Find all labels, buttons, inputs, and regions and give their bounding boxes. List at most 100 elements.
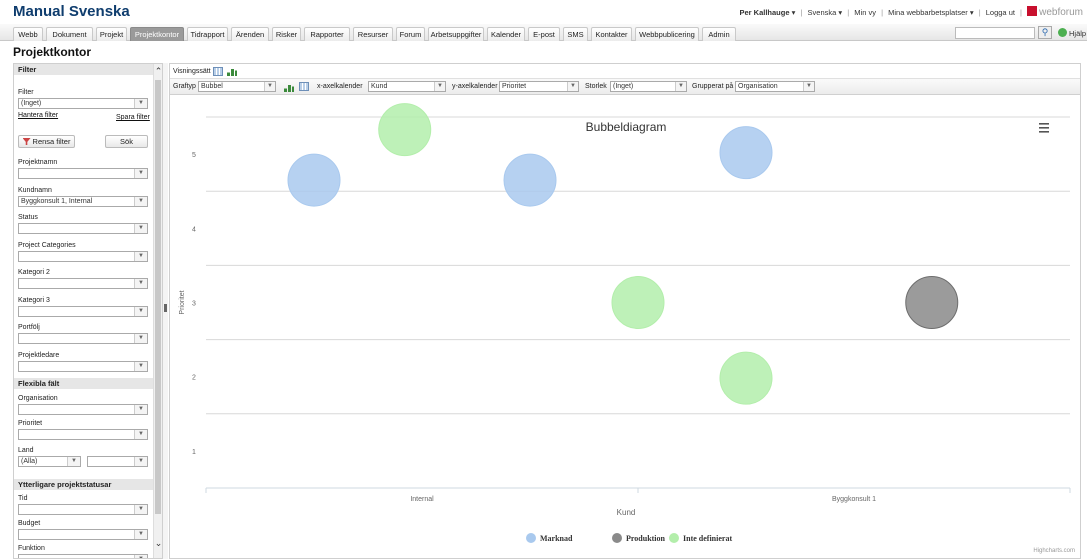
scrollbar-thumb[interactable] [155, 80, 161, 514]
size-select[interactable]: (Inget) ▼ [610, 81, 687, 92]
language-menu[interactable]: Svenska [808, 8, 837, 17]
field-select[interactable]: ▼ [18, 278, 148, 289]
field-select[interactable]: ▼ [18, 223, 148, 234]
scroll-up-icon[interactable]: ⌃ [154, 66, 162, 77]
field-select[interactable]: ▼ [18, 250, 148, 262]
filter-header: Filter [14, 64, 155, 75]
bubble-point [287, 153, 341, 207]
size-label: Storlek [585, 83, 607, 90]
top-bar: Manual Svenska Per Kallhauge ▾ | Svenska… [0, 0, 1087, 24]
view-mode-bar: Visningssätt [170, 64, 1080, 79]
app-title: Manual Svenska [13, 3, 130, 20]
field-label: Status [18, 214, 38, 221]
bubble-point [503, 153, 557, 207]
nav-tab[interactable]: Projektkontor [130, 27, 184, 41]
land-label: Land [18, 447, 34, 454]
logout-link[interactable]: Logga ut [986, 8, 1015, 17]
filter-label: Filter [18, 89, 34, 96]
nav-tab[interactable]: Tidrapport [187, 27, 228, 41]
field-select[interactable]: ▼ [18, 360, 148, 372]
bubble-point [611, 276, 665, 329]
graph-type-label: Graftyp [173, 83, 196, 90]
legend-label[interactable]: Inte definierat [683, 534, 732, 543]
main-panel: Visningssätt Graftyp Bubbel ▼ x-axelkalen… [169, 63, 1081, 559]
search-icon[interactable]: ⚲ [1038, 26, 1052, 39]
field-select[interactable]: ▼ [18, 333, 148, 344]
field-select[interactable]: ▼ [18, 429, 148, 440]
y-tick-label: 3 [192, 301, 196, 308]
chevron-down-icon: ▼ [134, 279, 147, 288]
y-axis-select[interactable]: Prioritet ▼ [499, 81, 579, 92]
group-by-select[interactable]: Organisation ▼ [735, 81, 815, 92]
nav-tab[interactable]: Kontakter [591, 27, 632, 41]
field-select[interactable]: ▼ [18, 554, 148, 558]
sidebar-scrollbar[interactable]: ⌃ ⌄ [153, 64, 162, 558]
nav-tab[interactable]: Webb [13, 27, 43, 41]
table-icon[interactable] [299, 82, 309, 91]
field-label: Organisation [18, 395, 58, 402]
chevron-down-icon: ▼ [134, 251, 147, 261]
y-axis-title: Prioritet [179, 290, 186, 314]
field-label: Funktion [18, 545, 45, 552]
nav-tab[interactable]: Rapporter [304, 27, 350, 41]
field-select[interactable]: ▼ [18, 168, 148, 179]
scroll-down-icon[interactable]: ⌄ [154, 538, 162, 549]
bubble-chart: Bubbeldiagram 1 2 3 4 5 Internal Byggkonsult 1 K… [170, 96, 1080, 558]
chevron-down-icon[interactable]: ▾ [792, 8, 796, 17]
search-button[interactable]: Sök [105, 135, 148, 148]
nav-tab[interactable]: Arbetsuppgifter [428, 27, 484, 41]
chart-view-icon[interactable] [227, 67, 237, 76]
save-filter-link[interactable]: Spara filter [116, 114, 150, 121]
table-view-icon[interactable] [213, 67, 223, 76]
nav-tab[interactable]: Webbpublicering [635, 27, 699, 41]
nav-tab[interactable]: Projekt [96, 27, 127, 41]
chevron-down-icon: ▼ [134, 334, 147, 343]
chevron-down-icon: ▼ [434, 82, 445, 91]
chevron-down-icon: ▼ [134, 530, 147, 539]
my-view-link[interactable]: Min vy [854, 8, 876, 17]
chart-menu-icon[interactable] [1039, 123, 1049, 133]
filter-select[interactable]: (Inget) ▼ [18, 98, 148, 109]
land-select-secondary[interactable]: ▼ [87, 456, 148, 467]
field-select[interactable]: ▼ [18, 529, 148, 540]
chevron-down-icon: ▼ [67, 457, 80, 466]
chevron-down-icon: ▼ [134, 405, 147, 414]
nav-tab[interactable]: Kalender [487, 27, 525, 41]
nav-tab[interactable]: E-post [528, 27, 560, 41]
field-select[interactable]: Byggkonsult 1, Internal ▼ [18, 195, 148, 207]
filter-sidebar: Filter Filter (Inget) ▼ Hantera filter Sp… [13, 63, 163, 559]
search-input[interactable] [955, 27, 1035, 39]
chart-toolbar: Graftyp Bubbel ▼ x-axelkalender Kund ▼ y-a… [170, 79, 1080, 95]
nav-tab[interactable]: Dokument [46, 27, 93, 41]
field-select[interactable]: ▼ [18, 504, 148, 515]
nav-tab[interactable]: Resurser [353, 27, 393, 41]
field-select[interactable]: ▼ [18, 305, 148, 317]
legend-marker [526, 533, 536, 543]
chevron-down-icon[interactable]: ▾ [970, 8, 974, 17]
workspaces-menu[interactable]: Mina webbarbetsplatser [888, 8, 968, 17]
nav-tab[interactable]: Ärenden [231, 27, 269, 41]
chevron-down-icon[interactable]: ▾ [838, 8, 842, 17]
nav-tab[interactable]: Forum [396, 27, 425, 41]
legend-label[interactable]: Marknad [540, 534, 573, 543]
y-axis-label: y-axelkalender [452, 83, 498, 90]
nav-tab[interactable]: Admin [702, 27, 736, 41]
clear-filter-button[interactable]: Rensa filter [18, 135, 75, 148]
user-menu[interactable]: Per Kallhauge [739, 8, 789, 17]
x-axis-select[interactable]: Kund ▼ [368, 81, 446, 92]
field-select[interactable]: ▼ [18, 404, 148, 415]
main-nav: Webb Dokument Projekt Projektkontor Tidrappo… [0, 24, 1087, 41]
collapse-handle-icon[interactable] [164, 304, 167, 312]
graph-type-select[interactable]: Bubbel ▼ [198, 81, 276, 92]
chevron-down-icon: ▼ [134, 457, 147, 466]
chart-icon[interactable] [284, 83, 294, 92]
nav-tab[interactable]: Risker [272, 27, 301, 41]
help-icon [1058, 28, 1067, 37]
help-link[interactable]: Hjälp [1058, 28, 1086, 38]
chart-title: Bubbeldiagram [586, 120, 667, 134]
legend-label[interactable]: Produktion [626, 534, 666, 543]
nav-tab[interactable]: SMS [563, 27, 588, 41]
chart-credits: Highcharts.com [1033, 548, 1075, 554]
manage-filter-link[interactable]: Hantera filter [18, 112, 58, 119]
land-select[interactable]: (Alla) ▼ [18, 456, 81, 467]
